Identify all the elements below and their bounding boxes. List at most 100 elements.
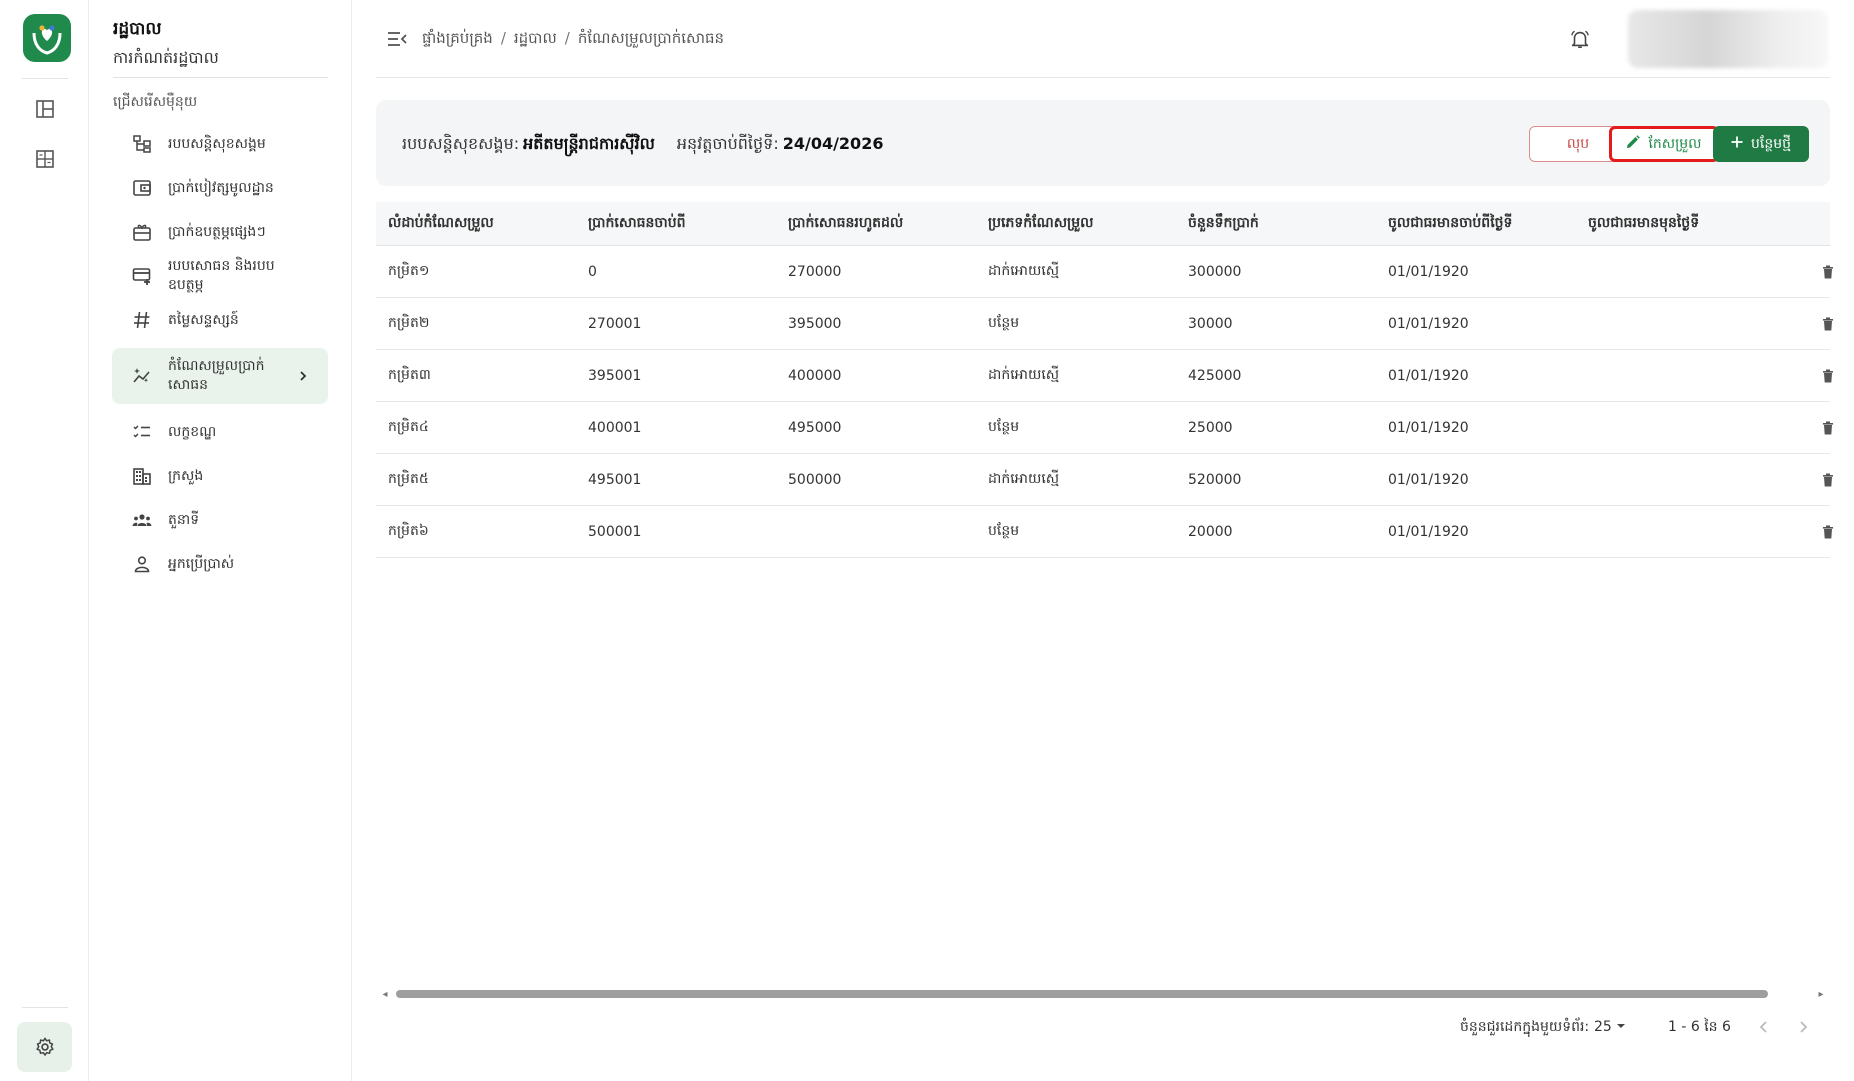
table-row[interactable]: កម្រិត៦ 500001 បន្ថែម 20000 01/01/1920 (376, 506, 1833, 558)
trash-icon[interactable] (1820, 471, 1836, 489)
scrollbar-thumb[interactable] (396, 990, 1768, 998)
sidebar-item-users[interactable]: អ្នកប្រើប្រាស់ (112, 542, 328, 586)
app-rail (0, 0, 89, 1081)
sidebar-item-index-value[interactable]: តម្លៃសន្ទស្សន៍ (112, 298, 328, 342)
sidebar-item-label: ប្រាក់ឧបត្ថម្ភផ្សេងៗ (168, 223, 266, 240)
breadcrumb-separator: / (564, 29, 570, 47)
dashboard-layout-icon[interactable] (32, 96, 58, 122)
adjustment-table: លំដាប់កំណែសម្រួល ប្រាក់សោធនចាប់ពី ប្រាក់… (376, 202, 1833, 558)
previous-page-icon[interactable] (1758, 1015, 1770, 1039)
settings-gear-icon[interactable] (17, 1022, 72, 1072)
user-icon (130, 552, 154, 576)
table-cell: 01/01/1920 (1388, 367, 1469, 384)
rows-per-page-select[interactable]: 25 (1594, 1015, 1626, 1039)
sidebar-item-label: តួនាទី (168, 511, 200, 528)
table-cell: កម្រិត៤ (388, 419, 429, 435)
table-cell: បន្ថែម (988, 315, 1020, 331)
sidebar-item-pension-adjustment[interactable]: កំណែសម្រួលប្រាក់សោធន (112, 348, 328, 404)
table-cell: 30000 (1188, 315, 1233, 332)
sidebar-item-pension-scheme[interactable]: របបសោធន និងរបបឧបត្ថម្ភ (112, 254, 328, 298)
column-header[interactable]: ចំនួនទឹកប្រាក់ (1176, 213, 1376, 234)
table-cell: កម្រិត៦ (388, 523, 429, 539)
effective-date-value: 24/04/2026 (782, 134, 884, 153)
menu-collapse-icon[interactable] (384, 27, 410, 51)
column-header[interactable]: ប្រភេទកំណែសម្រួល (976, 213, 1176, 234)
table-cell: 01/01/1920 (1388, 419, 1469, 436)
next-page-icon[interactable] (1797, 1015, 1809, 1039)
table-row[interactable]: កម្រិត៣ 395001 400000 ដាក់អោយស្មើ 425000 01/0… (376, 350, 1833, 402)
wallet-icon (130, 176, 154, 200)
table-cell: 01/01/1920 (1388, 263, 1469, 280)
table-row[interactable]: កម្រិត៥ 495001 500000 ដាក់អោយស្មើ 520000 01/0… (376, 454, 1833, 506)
table-cell: 20000 (1188, 523, 1233, 540)
plus-icon (1731, 136, 1743, 152)
breadcrumb: ផ្ទាំងគ្រប់គ្រង / រដ្ឋបាល / កំណែសម្រួលប្… (422, 29, 724, 51)
table-cell: 0 (588, 263, 597, 280)
table-row[interactable]: កម្រិត១ 0 270000 ដាក់អោយស្មើ 300000 01/01/192… (376, 246, 1833, 298)
trash-icon[interactable] (1820, 367, 1836, 385)
scheme-value: អតីតមន្ត្រីរាជការស៊ីវិល (523, 134, 655, 153)
table-cell: 270001 (588, 315, 642, 332)
sidebar: រដ្ឋបាល ការកំណត់រដ្ឋបាល ជ្រើសរើសម៉ឺនុយ រ… (89, 0, 352, 1081)
pencil-icon (1626, 135, 1641, 153)
scheme-info-bar: របបសន្តិសុខសង្គម: អតីតមន្ត្រីរាជការស៊ីវិ… (376, 100, 1830, 186)
table-cell: 495000 (788, 419, 842, 436)
horizontal-scrollbar[interactable]: ◂ ▸ (380, 988, 1826, 1000)
caret-down-icon (1616, 1019, 1626, 1035)
delete-button-label: លុប (1566, 135, 1590, 152)
table-body: កម្រិត១ 0 270000 ដាក់អោយស្មើ 300000 01/01/192… (376, 246, 1833, 558)
hierarchy-icon (130, 132, 154, 156)
trash-icon[interactable] (1820, 419, 1836, 437)
edit-button-label: កែសម្រួល (1648, 135, 1702, 152)
table-cell: 395000 (788, 315, 842, 332)
column-header[interactable]: លំដាប់កំណែសម្រួល (376, 213, 576, 234)
sidebar-item-label: តម្លៃសន្ទស្សន៍ (168, 311, 239, 328)
notification-bell-icon[interactable] (1566, 25, 1594, 53)
building-icon (130, 464, 154, 488)
chevron-right-icon (294, 367, 312, 385)
table-cell: 425000 (1188, 367, 1242, 384)
app-logo[interactable] (23, 14, 71, 62)
sidebar-item-other-allowances[interactable]: ប្រាក់ឧបត្ថម្ភផ្សេងៗ (112, 210, 328, 254)
table-cell: 25000 (1188, 419, 1233, 436)
add-button-label: បន្ថែមថ្មី (1751, 135, 1791, 152)
scroll-left-arrow-icon[interactable]: ◂ (380, 988, 390, 1000)
sidebar-item-conditions[interactable]: លក្ខខណ្ឌ (112, 410, 328, 454)
trash-icon[interactable] (1820, 315, 1836, 333)
sidebar-menu: របបសន្តិសុខសង្គម ប្រាក់បៀវត្សមូលដ្ឋាន ប្… (112, 122, 328, 586)
table-cell: បន្ថែម (988, 419, 1020, 435)
app-subtitle: ការកំណត់រដ្ឋបាល (113, 48, 219, 67)
sidebar-item-label: អ្នកប្រើប្រាស់ (168, 555, 235, 572)
rows-per-page-label: ចំនួនជួរដេកក្នុងមួយទំព័រ: (1460, 1018, 1590, 1035)
column-header[interactable]: ចូលជាធរមានមុនថ្ងៃទី (1576, 213, 1776, 234)
breadcrumb-item-admin[interactable]: រដ្ឋបាល (514, 29, 557, 51)
column-header[interactable]: ប្រាក់សោធនរហូតដល់ (776, 213, 976, 234)
edit-button[interactable]: កែសម្រួល (1609, 126, 1719, 162)
breadcrumb-item-dashboard[interactable]: ផ្ទាំងគ្រប់គ្រង (422, 29, 493, 51)
table-row[interactable]: កម្រិត២ 270001 395000 បន្ថែម 30000 01/01/1920 (376, 298, 1833, 350)
table-cell: ដាក់អោយស្មើ (988, 367, 1060, 383)
checklist-icon (130, 420, 154, 444)
column-header[interactable]: ចូលជាធរមានចាប់ពីថ្ងៃទី (1376, 213, 1576, 234)
sidebar-item-base-salary[interactable]: ប្រាក់បៀវត្សមូលដ្ឋាន (112, 166, 328, 210)
trash-icon[interactable] (1820, 263, 1836, 281)
menu-section-label: ជ្រើសរើសម៉ឺនុយ (113, 94, 198, 110)
table-header: លំដាប់កំណែសម្រួល ប្រាក់សោធនចាប់ពី ប្រាក់… (376, 202, 1830, 246)
card-add-icon (130, 264, 154, 288)
table-cell: 01/01/1920 (1388, 315, 1469, 332)
calculator-icon[interactable] (32, 146, 58, 172)
sidebar-item-ministries[interactable]: ក្រសួង (112, 454, 328, 498)
trash-icon[interactable] (1820, 523, 1836, 541)
logo-hands-heart-icon (32, 25, 62, 55)
add-new-button[interactable]: បន្ថែមថ្មី (1713, 126, 1809, 162)
table-row[interactable]: កម្រិត៤ 400001 495000 បន្ថែម 25000 01/01/1920 (376, 402, 1833, 454)
sidebar-item-label: របបសន្តិសុខសង្គម (168, 135, 266, 152)
sidebar-item-roles[interactable]: តួនាទី (112, 498, 328, 542)
sidebar-item-social-security-scheme[interactable]: របបសន្តិសុខសង្គម (112, 122, 328, 166)
table-cell: 400001 (588, 419, 642, 436)
column-header[interactable]: ប្រាក់សោធនចាប់ពី (576, 213, 776, 234)
rows-per-page-value: 25 (1594, 1019, 1612, 1035)
scroll-right-arrow-icon[interactable]: ▸ (1816, 988, 1826, 1000)
table-cell: កម្រិត៣ (388, 367, 431, 383)
user-profile-menu[interactable] (1628, 10, 1828, 68)
